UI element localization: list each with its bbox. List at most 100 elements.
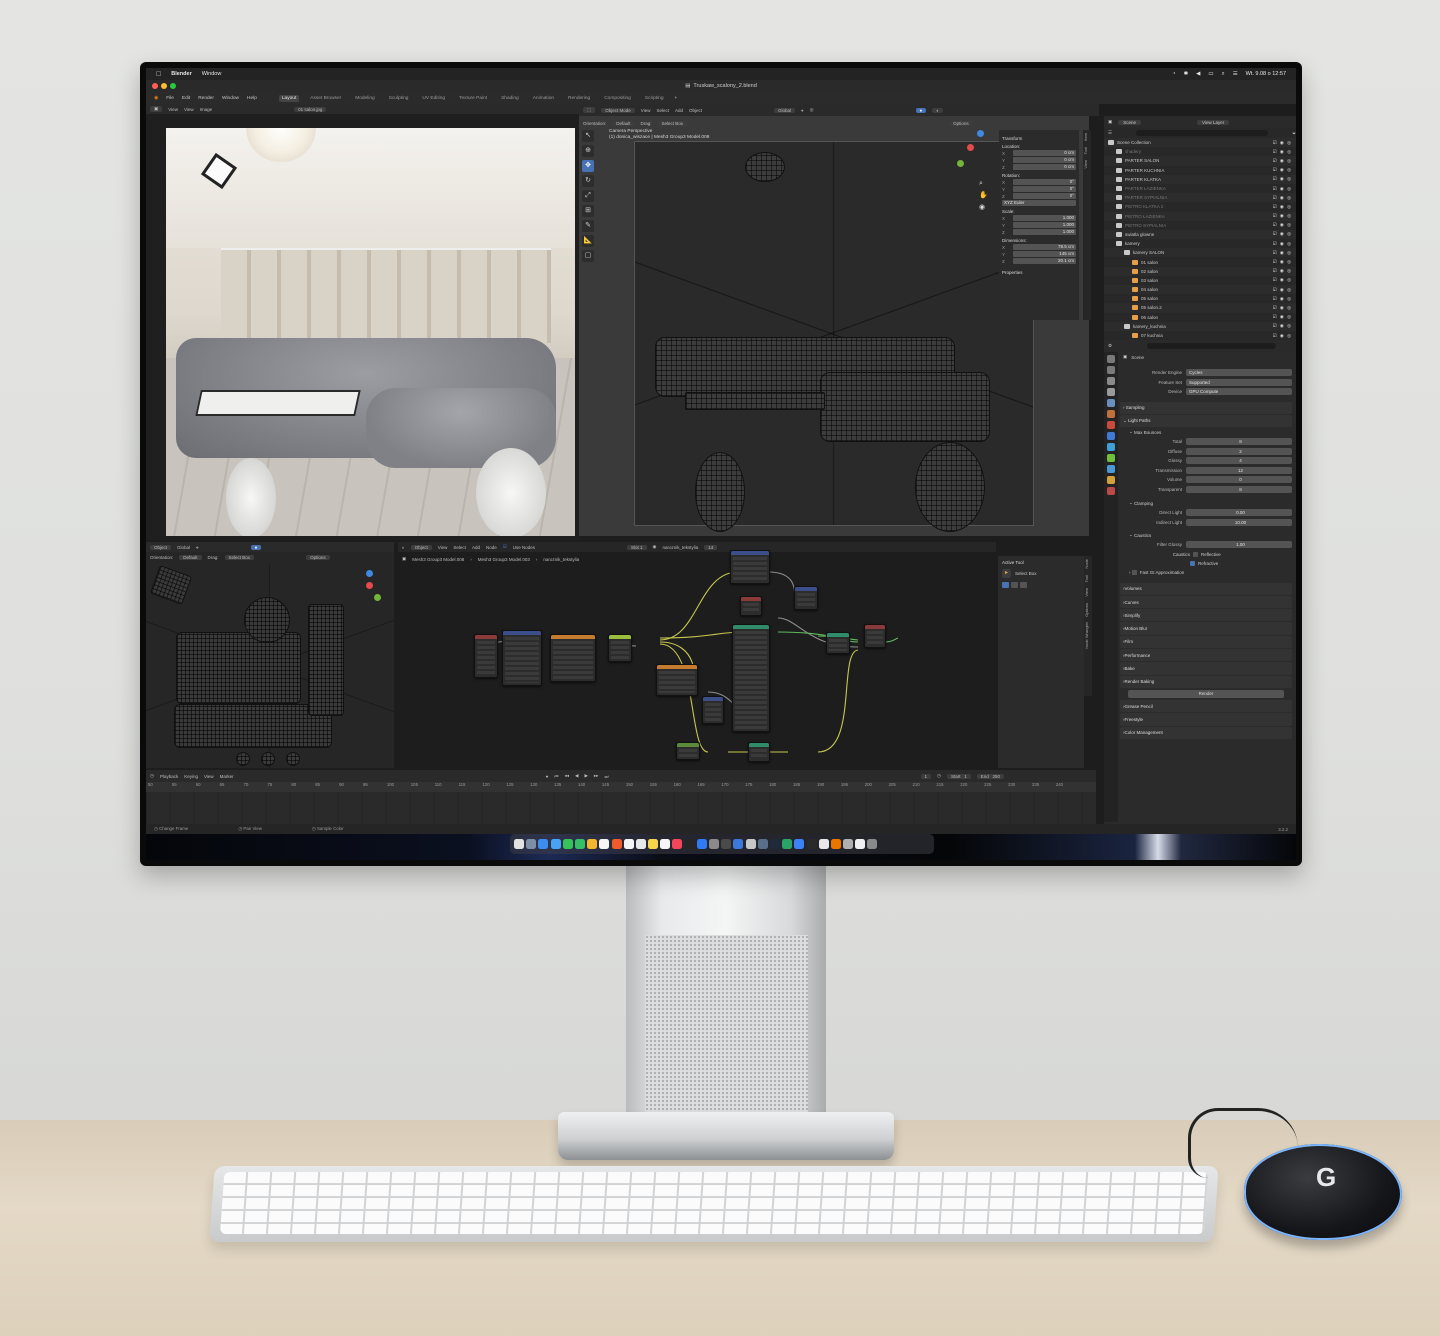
scale-z-field[interactable]: 1.000 <box>1013 229 1076 235</box>
scale-y-row[interactable]: Y 1.000 <box>1002 222 1076 228</box>
normal-map-node[interactable] <box>702 696 724 724</box>
timeline[interactable]: ◷ Playback Keying View Marker ● ⏮ ◂◂ ◀ ▶… <box>146 770 1096 824</box>
outliner-row[interactable]: PARTER KLATKA ☑ ◉ ◎ <box>1104 174 1296 184</box>
texture-coordinate-node[interactable] <box>474 634 498 678</box>
rotation-z-row[interactable]: Z 0° <box>1002 193 1076 199</box>
play-icon[interactable]: ▶ <box>584 773 587 779</box>
visibility-toggle-icon[interactable]: ☑ ◉ ◎ <box>1273 305 1292 311</box>
n-tab-tool[interactable]: Tool <box>1083 144 1088 157</box>
visibility-toggle-icon[interactable]: ☑ ◉ ◎ <box>1273 333 1292 339</box>
workspace-tab-rendering[interactable]: Rendering <box>565 95 593 102</box>
property-section[interactable]: › Volumes <box>1120 582 1292 595</box>
workspace-tab-modeling[interactable]: Modeling <box>352 95 377 102</box>
node-tab-tool[interactable]: Tool <box>1084 572 1089 585</box>
record-icon[interactable]: ● <box>546 774 549 779</box>
dimensions-z-row[interactable]: Z 20.1 cm <box>1002 258 1076 264</box>
current-frame-field[interactable]: 1 <box>920 773 932 779</box>
principled-bsdf-node[interactable] <box>732 624 770 732</box>
dock-app-icon[interactable] <box>587 839 598 849</box>
constraints-tab-icon[interactable] <box>1107 476 1115 484</box>
outliner-row[interactable]: PIETRO KLATKA 2 ☑ ◉ ◎ <box>1104 202 1296 211</box>
bounce-field[interactable]: 8 <box>1186 438 1292 446</box>
color-ramp-node[interactable] <box>608 634 632 662</box>
image-editor-menu-view[interactable]: View <box>184 107 194 112</box>
dock-app-icon[interactable] <box>562 839 573 849</box>
dock-app-icon[interactable] <box>745 839 756 849</box>
visibility-toggle-icon[interactable]: ☑ ◉ ◎ <box>1273 277 1292 283</box>
visibility-toggle-icon[interactable]: ☑ ◉ ◎ <box>1273 314 1292 320</box>
viewport-shading-material-icon[interactable]: ◐ <box>932 107 943 113</box>
image-texture-node[interactable] <box>730 550 770 584</box>
dock-app-icon[interactable] <box>696 839 707 849</box>
output-tab-icon[interactable] <box>1107 377 1115 385</box>
prev-keyframe-icon[interactable]: ◂◂ <box>564 773 569 779</box>
timeline-editor-icon[interactable]: ◷ <box>150 773 154 779</box>
view-layer-tab-icon[interactable] <box>1107 388 1115 396</box>
visibility-toggle-icon[interactable]: ☑ ◉ ◎ <box>1273 204 1292 210</box>
dock-app-icon[interactable] <box>623 839 634 849</box>
viewport-editor-type-icon[interactable]: ⬚ <box>583 107 596 113</box>
node-tab-node-wrangler[interactable]: Node Wrangler <box>1084 619 1089 652</box>
dock-app-icon[interactable] <box>599 839 610 849</box>
image-editor-view-mode[interactable]: View <box>168 107 178 112</box>
add-cube-tool-icon[interactable]: ▢ <box>582 250 594 262</box>
location-z-field[interactable]: 0 cm <box>1013 164 1076 170</box>
bounce-field[interactable]: 8 <box>1186 485 1292 493</box>
camera-view-icon[interactable]: ◉ <box>979 202 988 214</box>
shader-node-editor[interactable]: ◐ Object View Select Add Node ☑ Use Node… <box>398 542 996 768</box>
property-section[interactable]: › Curves <box>1120 595 1292 609</box>
render-tab-icon[interactable] <box>1107 366 1115 374</box>
location-z-row[interactable]: Z0 cm <box>1002 164 1076 170</box>
image-texture-node[interactable] <box>656 664 698 696</box>
battery-icon[interactable]: ▭ <box>1208 71 1213 77</box>
property-section[interactable]: › Color Management <box>1120 726 1292 739</box>
apple-icon[interactable]:  <box>156 71 161 78</box>
dock-app-icon[interactable] <box>867 839 878 849</box>
timeline-ruler[interactable]: 50 55 60 65 70 75 80 85 90 95 100 105 110 115 120 125 13… <box>146 782 1096 792</box>
mix-shader-node[interactable] <box>748 742 770 762</box>
n-tab-view[interactable]: View <box>1083 157 1088 172</box>
workspace-tab-scripting[interactable]: Scripting <box>642 95 667 102</box>
snap-icon[interactable]: ⌖ <box>801 108 804 113</box>
dock-app-icon[interactable] <box>574 839 585 849</box>
ortho-snap-icon[interactable]: ⌖ <box>196 545 199 550</box>
dock-app-icon[interactable] <box>672 839 683 849</box>
render-button[interactable]: Render <box>1128 689 1284 698</box>
dimensions-y-field[interactable]: 145 cm <box>1013 251 1076 257</box>
viewport-menu-object[interactable]: Object <box>689 108 702 113</box>
gizmo-y-axis-icon[interactable] <box>957 160 964 167</box>
property-section[interactable]: › Motion Blur <box>1120 622 1292 635</box>
caustics-subsection[interactable]: ⌄ Caustics <box>1120 530 1292 540</box>
view-layer-selector[interactable]: View Layer <box>1197 119 1230 125</box>
next-keyframe-icon[interactable]: ▸▸ <box>594 773 599 779</box>
property-section[interactable]: › Bake <box>1120 662 1292 675</box>
move-tool-icon[interactable]: ✥ <box>582 160 594 172</box>
data-tab-icon[interactable] <box>1107 487 1115 495</box>
outliner-row[interactable]: PARTER KUCHNIA ☑ ◉ ◎ <box>1104 166 1296 175</box>
transform-tool-icon[interactable]: ⊞ <box>582 205 594 217</box>
wifi-icon[interactable]: ◔ <box>1172 71 1175 77</box>
visibility-toggle-icon[interactable]: ☑ ◉ ◎ <box>1273 158 1292 164</box>
visibility-toggle-icon[interactable]: ☑ ◉ ◎ <box>1273 176 1292 182</box>
workspace-tab-animation[interactable]: Animation <box>530 95 557 102</box>
minimize-window-button[interactable] <box>161 83 167 89</box>
add-workspace-icon[interactable]: + <box>675 96 678 101</box>
outliner-row[interactable]: Scene Collection ☑ ◉ ◎ <box>1104 138 1296 148</box>
outliner-row[interactable]: 03 salon ☑ ◉ ◎ <box>1104 276 1296 285</box>
bump-node[interactable] <box>794 586 818 610</box>
location-x-field[interactable]: 0 cm <box>1013 150 1076 156</box>
rotation-mode-dropdown[interactable]: XYZ Euler <box>1002 200 1076 206</box>
outliner-row[interactable]: 07 kuchnia ☑ ◉ ◎ <box>1104 331 1296 340</box>
clamp-field[interactable]: 10.00 <box>1186 518 1292 526</box>
outliner-row[interactable]: kamery ☑ ◉ ◎ <box>1104 239 1296 248</box>
dimensions-x-field[interactable]: 78.5 cm <box>1013 244 1076 250</box>
timeline-menu-playback[interactable]: Playback <box>160 774 178 779</box>
play-reverse-icon[interactable]: ◀ <box>575 773 578 779</box>
transform-orientation-dropdown[interactable]: Global <box>774 107 796 113</box>
node-tab-options[interactable]: Options <box>1084 600 1089 620</box>
visibility-toggle-icon[interactable]: ☑ ◉ ◎ <box>1273 140 1292 146</box>
rotation-z-field[interactable]: 0° <box>1013 193 1076 199</box>
viewport-menu-select[interactable]: Select <box>656 108 669 113</box>
workspace-tab-asset-browser[interactable]: Asset Browser <box>307 95 344 102</box>
outliner-row[interactable]: PIETRO ŁAZIENKA ☑ ◉ ◎ <box>1104 211 1296 221</box>
